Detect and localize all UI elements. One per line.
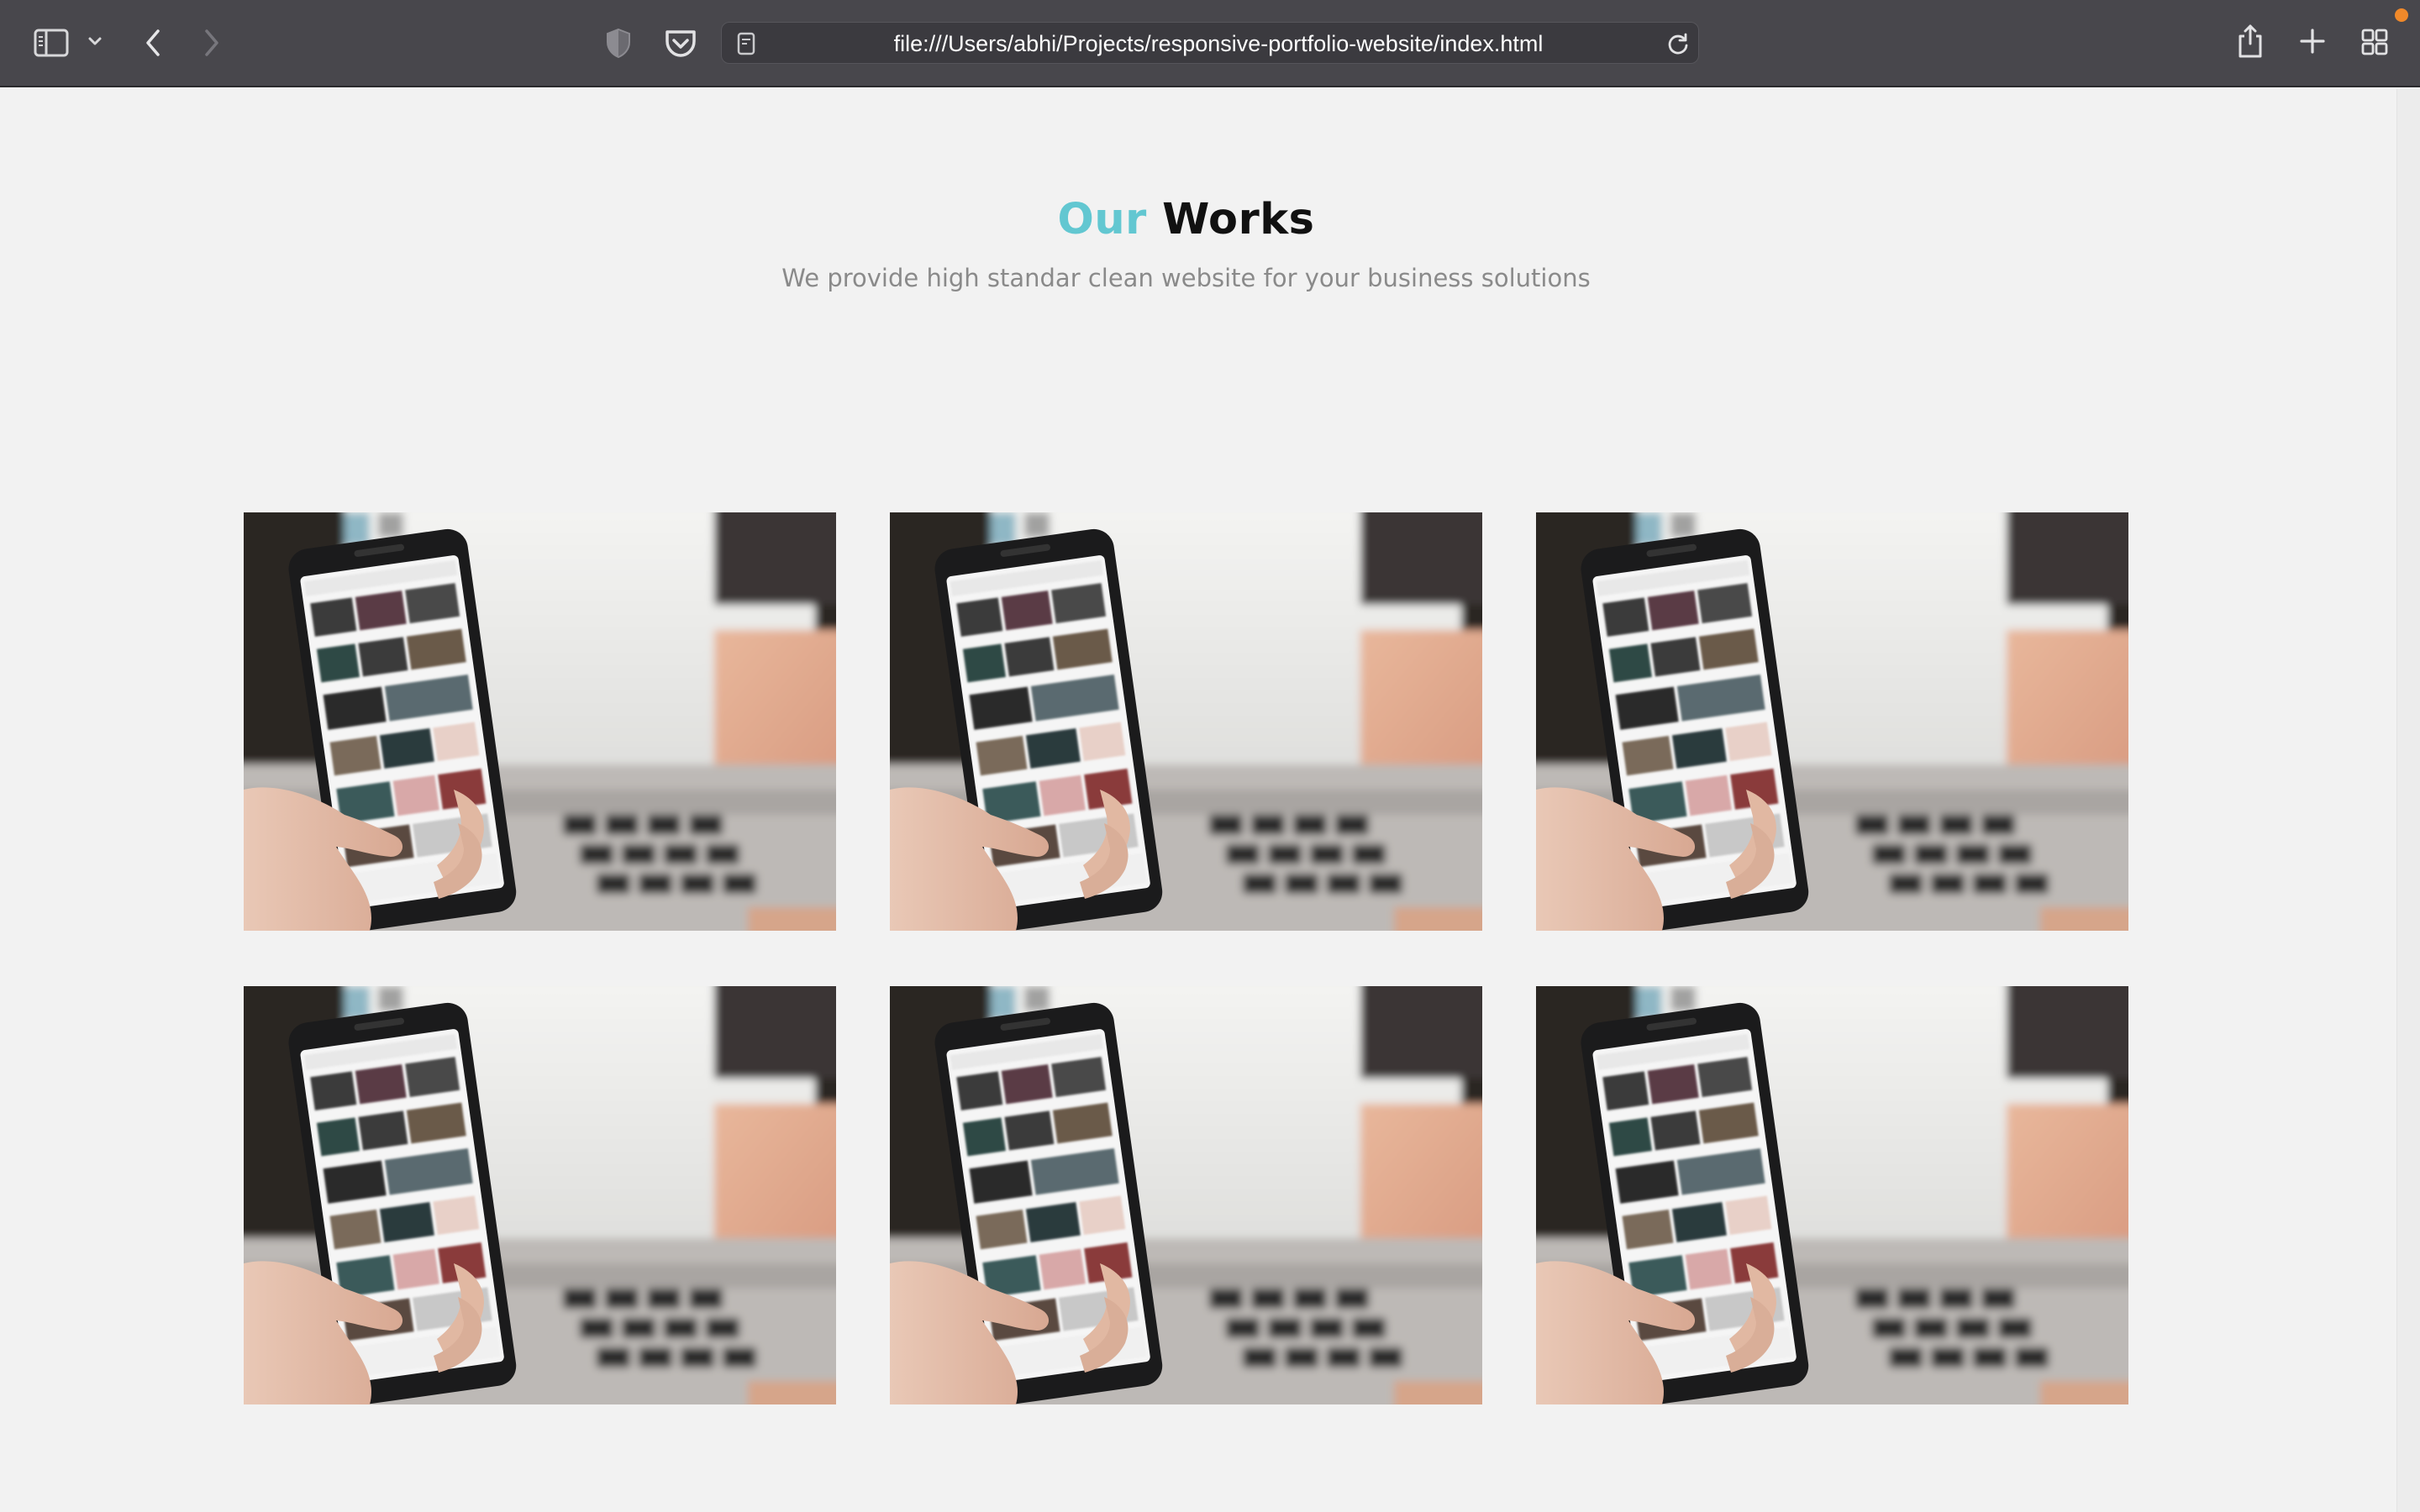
plus-icon[interactable] [2299,28,2326,55]
work-card[interactable] [1536,512,2128,931]
address-bar[interactable]: file:///Users/abhi/Projects/responsive-p… [721,22,1699,64]
work-card[interactable] [890,986,1482,1404]
section-title-rest: Works [1162,195,1315,244]
notification-dot [2395,8,2408,22]
chevron-down-icon[interactable] [87,35,103,47]
phone-in-hand-photo [1536,986,2128,1404]
forward-arrow-icon[interactable] [202,27,222,59]
section-subtitle: We provide high standar clean website fo… [781,264,1591,292]
works-grid [244,512,2131,1404]
phone-in-hand-photo [890,512,1482,931]
phone-in-hand-photo [1536,512,2128,931]
phone-in-hand-photo [890,986,1482,1404]
shield-icon[interactable] [605,27,632,59]
share-icon[interactable] [2237,24,2264,59]
work-card[interactable] [244,512,836,931]
section-title: Our Works [0,195,2372,244]
work-card[interactable] [244,986,836,1404]
reload-icon[interactable] [1666,32,1690,55]
work-card[interactable] [890,512,1482,931]
phone-in-hand-photo [244,986,836,1404]
browser-toolbar: file:///Users/abhi/Projects/responsive-p… [0,0,2420,87]
back-arrow-icon[interactable] [143,27,163,59]
pocket-icon[interactable] [664,28,697,58]
sidebar-icon[interactable] [34,29,69,57]
scrollbar-track[interactable] [2396,89,2420,1512]
url-text: file:///Users/abhi/Projects/responsive-p… [893,31,1544,56]
work-card[interactable] [1536,986,2128,1404]
section-title-accent: Our [1057,195,1147,244]
phone-in-hand-photo [244,512,836,931]
grid-icon[interactable] [2361,29,2388,55]
